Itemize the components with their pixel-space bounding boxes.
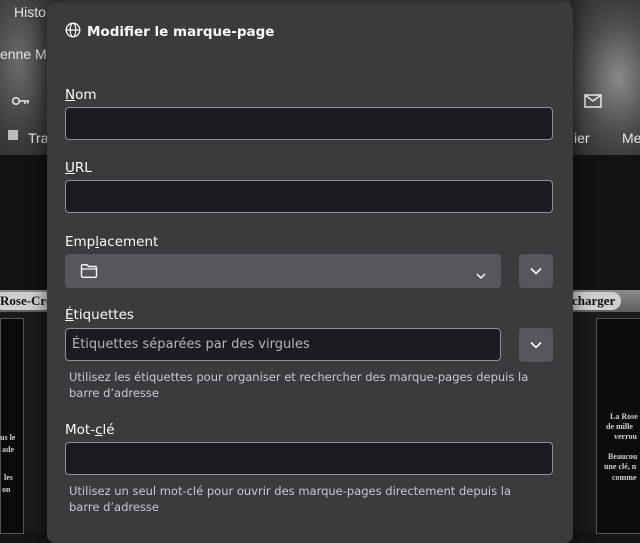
tags-hint: Utilisez les étiquettes pour organiser e… <box>69 370 529 400</box>
keyword-label: Mot-clé <box>65 422 115 438</box>
left-text-1: us le <box>0 433 16 442</box>
tags-placeholder: Étiquettes séparées par des virgules <box>72 337 310 352</box>
left-text-3: les <box>4 473 13 482</box>
url-label: URL <box>65 160 92 176</box>
folder-icon <box>80 263 98 279</box>
tags-label: Étiquettes <box>65 307 134 323</box>
tags-label-text: tiquettes <box>73 307 134 323</box>
tags-label-accesskey: É <box>65 307 74 323</box>
name-label: Nom <box>65 87 97 103</box>
keyword-input[interactable] <box>65 442 553 475</box>
url-label-text: RL <box>74 160 92 176</box>
tags-expand-button[interactable] <box>519 328 553 362</box>
location-label-pre: Emp <box>65 234 96 250</box>
right-text-3: verrou <box>614 432 637 441</box>
left-text-2: ade <box>2 445 14 454</box>
menu-ier[interactable]: ier <box>574 130 590 146</box>
name-label-text: om <box>75 87 97 103</box>
keyword-label-accesskey: c <box>95 422 103 438</box>
left-text-4: on <box>2 485 11 494</box>
mail-icon[interactable] <box>584 93 602 112</box>
dialog-header: Modifier le marque-page <box>65 22 274 42</box>
menu-history[interactable]: Histo <box>14 4 46 20</box>
right-text-5: une clé, n <box>604 462 637 471</box>
url-input[interactable] <box>65 180 553 213</box>
location-label: Emplacement <box>65 234 158 250</box>
location-expand-button[interactable] <box>519 254 553 288</box>
menu-tra[interactable]: Tra <box>28 130 48 146</box>
nav-pill-right[interactable]: charger <box>566 292 622 310</box>
chevron-down-icon <box>475 266 487 280</box>
name-label-accesskey: N <box>65 87 76 103</box>
left-panel <box>0 318 24 534</box>
keyword-label-post: lé <box>102 422 115 438</box>
edit-bookmark-dialog: Modifier le marque-page Nom URL Emplacem… <box>47 3 573 543</box>
url-label-accesskey: U <box>65 160 75 176</box>
location-label-post: acement <box>99 234 159 250</box>
menu-me[interactable]: Me <box>622 130 640 146</box>
keyword-label-pre: Mot- <box>65 422 96 438</box>
right-text-6: comme <box>612 473 637 482</box>
name-input[interactable] <box>65 107 553 140</box>
tags-input[interactable]: Étiquettes séparées par des virgules <box>65 328 501 361</box>
page-icon <box>8 130 18 140</box>
location-select[interactable] <box>65 254 501 288</box>
keyword-hint: Utilisez un seul mot-clé pour ouvrir des… <box>69 484 512 514</box>
globe-icon <box>65 22 81 42</box>
key-icon[interactable] <box>11 92 30 111</box>
dialog-title: Modifier le marque-page <box>87 24 275 40</box>
